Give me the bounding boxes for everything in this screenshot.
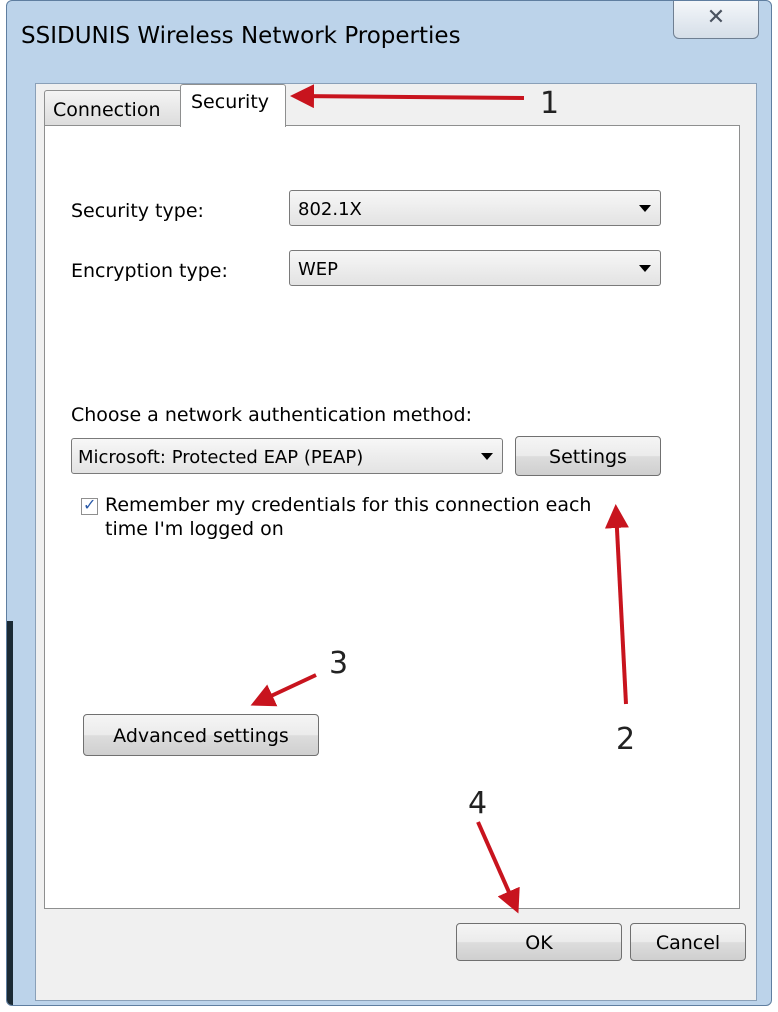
encryption-type-value: WEP — [298, 259, 339, 280]
auth-method-select[interactable]: Microsoft: Protected EAP (PEAP) — [71, 438, 503, 474]
remember-credentials-label: Remember my credentials for this connect… — [105, 494, 592, 540]
title-bar: SSIDUNIS Wireless Network Properties ✕ — [7, 1, 771, 67]
annotation-number-4: 4 — [468, 786, 488, 821]
advanced-settings-button[interactable]: Advanced settings — [83, 714, 319, 756]
close-button[interactable]: ✕ — [673, 1, 759, 39]
chevron-down-icon — [639, 205, 651, 212]
background-edge — [7, 621, 13, 1005]
chevron-down-icon — [481, 453, 493, 460]
chevron-down-icon — [639, 265, 651, 272]
auth-method-value: Microsoft: Protected EAP (PEAP) — [78, 447, 364, 468]
cancel-button[interactable]: Cancel — [630, 923, 746, 961]
annotation-number-1: 1 — [540, 86, 560, 121]
ok-button[interactable]: OK — [456, 923, 622, 961]
security-type-select[interactable]: 802.1X — [289, 190, 661, 226]
tab-security[interactable]: Security — [180, 84, 286, 127]
window-title: SSIDUNIS Wireless Network Properties — [21, 23, 461, 49]
checkmark-icon: ✓ — [83, 495, 97, 514]
settings-button[interactable]: Settings — [515, 436, 661, 476]
security-type-value: 802.1X — [298, 199, 362, 220]
annotation-number-3: 3 — [329, 646, 349, 681]
properties-window: SSIDUNIS Wireless Network Properties ✕ C… — [6, 0, 772, 1006]
remember-credentials-checkbox[interactable]: ✓ — [81, 495, 98, 515]
auth-method-label: Choose a network authentication method: — [71, 404, 473, 426]
tab-connection[interactable]: Connection — [44, 90, 182, 126]
encryption-type-select[interactable]: WEP — [289, 250, 661, 286]
encryption-type-label: Encryption type: — [71, 260, 228, 282]
dialog-client: Connection Security Security type: 802.1… — [35, 83, 757, 1001]
security-type-label: Security type: — [71, 200, 204, 222]
security-panel: Security type: 802.1X Encryption type: W… — [44, 125, 740, 909]
annotation-number-2: 2 — [616, 722, 636, 757]
close-icon: ✕ — [706, 5, 726, 30]
